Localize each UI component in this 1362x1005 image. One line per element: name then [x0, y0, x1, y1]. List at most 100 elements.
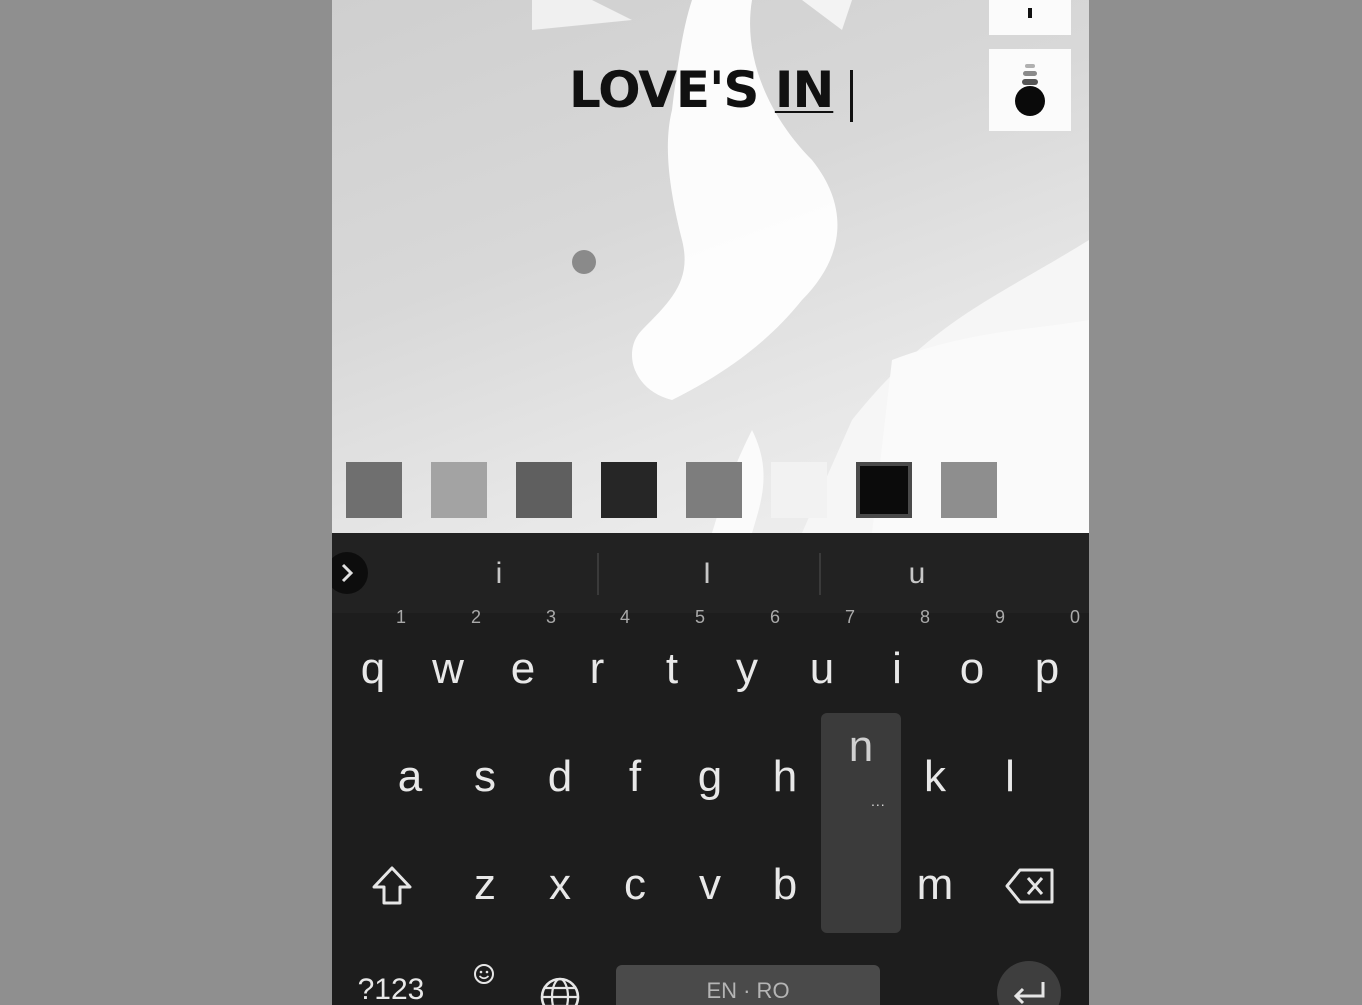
color-palette	[332, 462, 1089, 518]
key-label: b	[772, 860, 798, 909]
backspace-icon	[1005, 868, 1054, 904]
key-label: p	[1034, 644, 1060, 693]
key-c[interactable]: c	[598, 829, 672, 925]
globe-icon	[540, 977, 580, 1005]
key-label: d	[547, 752, 573, 801]
key-u[interactable]: 7u	[785, 607, 859, 709]
key-t[interactable]: 5t	[635, 607, 709, 709]
caption-current-word: IN	[774, 61, 834, 119]
key-number-hint: 4	[619, 607, 630, 627]
key-label: r	[589, 644, 605, 693]
key-label: v	[699, 860, 721, 909]
key-q[interactable]: 1q	[336, 607, 410, 709]
key-number-hint: 7	[844, 607, 855, 627]
key-i[interactable]: 8i	[860, 607, 934, 709]
key-label: g	[697, 752, 723, 801]
key-v[interactable]: v	[673, 829, 747, 925]
key-b[interactable]: b	[748, 829, 822, 925]
key-label: h	[772, 752, 798, 801]
photo-canvas[interactable]: LOVE'S IN	[332, 0, 1089, 533]
space-bar[interactable]: EN · RO	[616, 965, 880, 1005]
color-swatch[interactable]	[856, 462, 912, 518]
color-swatch[interactable]	[601, 462, 657, 518]
expand-toolbar-button[interactable]	[332, 552, 368, 594]
key-e[interactable]: 3e	[486, 607, 560, 709]
color-swatch[interactable]	[771, 462, 827, 518]
key-x[interactable]: x	[523, 829, 597, 925]
shift-key[interactable]	[352, 848, 432, 924]
emoji-icon	[474, 964, 494, 984]
suggestion-3[interactable]: u	[862, 533, 972, 613]
suggestion-1[interactable]: i	[444, 533, 554, 613]
key-n[interactable]: n...	[821, 713, 901, 933]
key-label: e	[510, 644, 536, 693]
caption-word: LOVE'S	[569, 61, 759, 119]
key-label: m	[916, 860, 954, 909]
key-label: u	[809, 644, 835, 693]
key-k[interactable]: k	[898, 721, 972, 817]
key-label: i	[892, 644, 902, 693]
key-number-hint: 1	[395, 607, 406, 627]
enter-key[interactable]	[997, 961, 1061, 1005]
key-number-hint: 8	[919, 607, 930, 627]
key-a[interactable]: a	[373, 721, 447, 817]
key-z[interactable]: z	[448, 829, 522, 925]
key-number-hint: 2	[470, 607, 481, 627]
key-m[interactable]: m	[898, 829, 972, 925]
caption-text[interactable]: LOVE'S IN	[569, 60, 834, 120]
phone-screen: LOVE'S IN i I u 1 q 2 w 3 e 4 r 5 t 6 y …	[332, 0, 1089, 1005]
add-text-icon	[1028, 7, 1032, 18]
key-number-hint: 9	[994, 607, 1005, 627]
key-d[interactable]: d	[523, 721, 597, 817]
language-key[interactable]	[532, 969, 588, 1005]
key-number-hint: 5	[694, 607, 705, 627]
key-label: k	[924, 752, 946, 801]
color-swatch[interactable]	[941, 462, 997, 518]
key-label: q	[360, 644, 386, 693]
chevron-right-icon	[341, 563, 354, 583]
color-swatch[interactable]	[516, 462, 572, 518]
color-swatch[interactable]	[686, 462, 742, 518]
key-label: s	[474, 752, 496, 801]
backspace-key[interactable]	[992, 848, 1068, 924]
key-label: l	[1005, 752, 1015, 801]
text-cursor	[850, 70, 853, 122]
enter-icon	[1013, 982, 1045, 1005]
suggestion-divider	[819, 553, 821, 595]
key-o[interactable]: 9o	[935, 607, 1009, 709]
key-label: c	[624, 860, 646, 909]
key-label: y	[736, 644, 758, 693]
key-label: n	[848, 722, 874, 771]
key-label: x	[549, 860, 571, 909]
key-y[interactable]: 6y	[710, 607, 784, 709]
key-f[interactable]: f	[598, 721, 672, 817]
key-number-hint: 0	[1069, 607, 1080, 627]
color-swatch[interactable]	[431, 462, 487, 518]
key-r[interactable]: 4r	[560, 607, 634, 709]
shift-icon	[372, 866, 412, 905]
text-style-button[interactable]	[989, 49, 1071, 131]
suggestion-strip: i I u	[332, 533, 1089, 613]
key-label: a	[397, 752, 423, 801]
key-w[interactable]: 2w	[411, 607, 485, 709]
suggestion-2[interactable]: I	[652, 533, 762, 613]
key-l[interactable]: l	[973, 721, 1047, 817]
key-label: t	[665, 644, 679, 693]
key-s[interactable]: s	[448, 721, 522, 817]
more-characters-indicator: ...	[871, 793, 886, 809]
key-h[interactable]: h	[748, 721, 822, 817]
key-label: o	[959, 644, 985, 693]
symbols-key[interactable]: ?123	[346, 965, 436, 1005]
text-background-style-icon	[1015, 64, 1045, 116]
key-label: w	[432, 644, 464, 693]
key-number-hint: 3	[545, 607, 556, 627]
key-number-hint: 6	[769, 607, 780, 627]
key-p[interactable]: 0p	[1010, 607, 1084, 709]
suggestion-divider	[597, 553, 599, 595]
key-label: z	[474, 860, 496, 909]
key-label: f	[628, 752, 642, 801]
key-g[interactable]: g	[673, 721, 747, 817]
add-text-button[interactable]	[989, 0, 1071, 35]
emoji-key[interactable]	[467, 957, 501, 991]
color-swatch[interactable]	[346, 462, 402, 518]
